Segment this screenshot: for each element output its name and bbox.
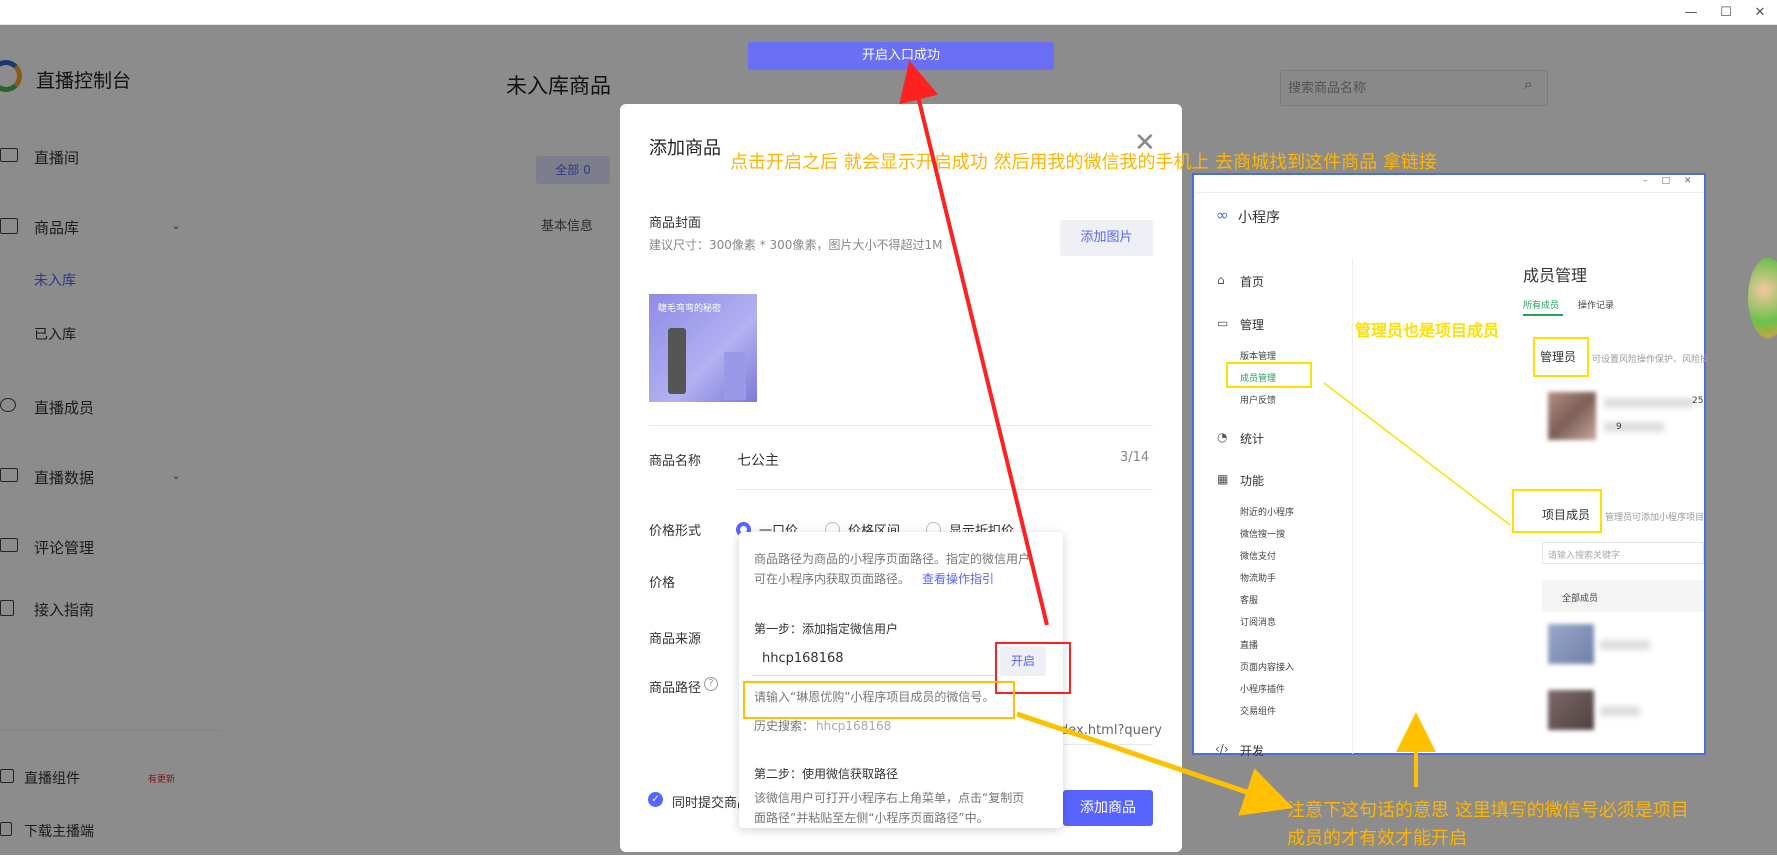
- line-member-to-project: [1323, 382, 1511, 526]
- annotation-arrows: [899, 60, 1511, 816]
- arrow-to-toast: [899, 60, 1049, 626]
- arrow-to-note: [1016, 711, 1294, 816]
